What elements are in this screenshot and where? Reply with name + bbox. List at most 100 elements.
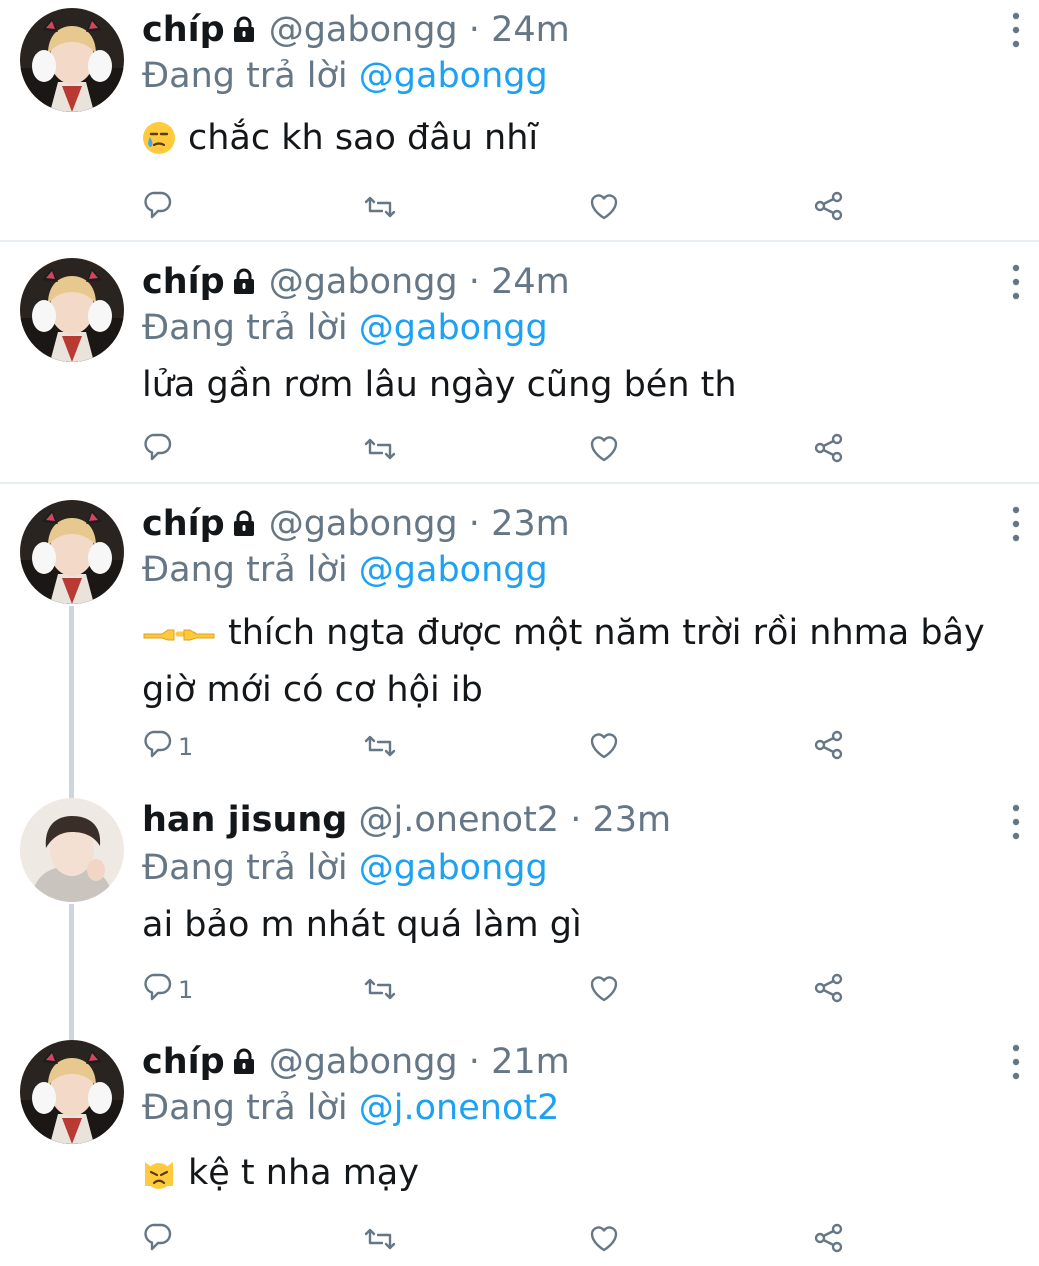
share-icon	[811, 971, 845, 1009]
retweet-icon	[362, 1221, 398, 1259]
tweet-body: kệ t nha mạy	[188, 1153, 419, 1193]
tweet-text: thích ngta được một năm trời rồi nhma bâ…	[142, 608, 1002, 716]
reply-icon	[140, 728, 174, 766]
display-name[interactable]: chíp	[142, 262, 225, 302]
pointing-fingers-emoji	[142, 614, 216, 665]
username[interactable]: @gabongg	[269, 262, 458, 302]
tweet-text: lửa gần rơm lâu ngày cũng bén th	[142, 360, 1002, 411]
display-name[interactable]: chíp	[142, 10, 225, 50]
retweet-icon	[362, 431, 398, 469]
mention-link[interactable]: @gabongg	[359, 308, 548, 348]
tweet[interactable]: han jisung @j.onenot2 · 23m Đang trả lời…	[0, 782, 1039, 1022]
share-icon	[811, 189, 845, 227]
reply-icon	[140, 1221, 174, 1259]
like-button[interactable]	[587, 727, 621, 767]
tweet-header: chíp @gabongg · 24m	[142, 260, 570, 304]
lock-icon	[231, 1043, 257, 1087]
like-button[interactable]	[587, 1220, 621, 1260]
username[interactable]: @gabongg	[269, 10, 458, 50]
tweet-actions	[0, 430, 1039, 470]
reply-button[interactable]: 1	[140, 970, 193, 1010]
avatar[interactable]	[20, 500, 124, 604]
timestamp[interactable]: 23m	[491, 504, 570, 544]
more-icon[interactable]	[1002, 1040, 1030, 1084]
username[interactable]: @gabongg	[269, 504, 458, 544]
share-button[interactable]	[811, 970, 845, 1010]
mention-link[interactable]: @j.onenot2	[359, 1088, 560, 1128]
tweet-text: chắc kh sao đâu nhĩ	[141, 113, 1002, 170]
tweet-header: chíp @gabongg · 24m	[142, 8, 570, 52]
share-button[interactable]	[811, 188, 845, 228]
reply-count: 1	[178, 976, 194, 1004]
share-icon	[811, 1221, 845, 1259]
timestamp[interactable]: 21m	[491, 1042, 570, 1082]
avatar[interactable]	[20, 1040, 124, 1144]
reply-count: 1	[178, 733, 194, 761]
retweet-icon	[362, 728, 398, 766]
lock-icon	[231, 11, 257, 55]
avatar[interactable]	[20, 258, 124, 362]
separator: ·	[468, 10, 480, 50]
replying-to-label: Đang trả lời	[142, 56, 348, 96]
mention-link[interactable]: @gabongg	[359, 848, 548, 888]
tweet[interactable]: chíp @gabongg · 24m Đang trả lời @gabongg…	[0, 0, 1039, 241]
display-name[interactable]: chíp	[142, 1042, 225, 1082]
retweet-button[interactable]	[362, 727, 398, 767]
username[interactable]: @gabongg	[269, 1042, 458, 1082]
tweet-body: lửa gần rơm lâu ngày cũng bén th	[142, 365, 737, 405]
retweet-button[interactable]	[362, 1220, 398, 1260]
tweet-header: han jisung @j.onenot2 · 23m	[142, 798, 671, 842]
avatar[interactable]	[20, 8, 124, 112]
tweet-header: chíp @gabongg · 23m	[142, 502, 570, 546]
replying-to: Đang trả lời @j.onenot2	[142, 1086, 559, 1130]
more-icon[interactable]	[1002, 260, 1030, 304]
replying-to-label: Đang trả lời	[142, 1088, 348, 1128]
reply-button[interactable]	[140, 430, 174, 470]
tweet[interactable]: chíp @gabongg · 21m Đang trả lời @j.oneno…	[0, 1022, 1039, 1266]
avatar[interactable]	[20, 798, 124, 902]
tweet[interactable]: chíp @gabongg · 24m Đang trả lời @gabongg…	[0, 242, 1039, 482]
replying-to-label: Đang trả lời	[142, 848, 348, 888]
reply-button[interactable]	[140, 188, 174, 228]
heart-icon	[587, 1221, 621, 1259]
like-button[interactable]	[587, 188, 621, 228]
more-icon[interactable]	[1002, 800, 1030, 844]
reply-icon	[140, 971, 174, 1009]
retweet-button[interactable]	[362, 430, 398, 470]
mention-link[interactable]: @gabongg	[359, 56, 548, 96]
tweet-text: ai bảo m nhát quá làm gì	[142, 900, 1002, 951]
timestamp[interactable]: 24m	[491, 10, 570, 50]
more-icon[interactable]	[1002, 502, 1030, 546]
share-button[interactable]	[811, 1220, 845, 1260]
retweet-icon	[362, 971, 398, 1009]
mention-link[interactable]: @gabongg	[359, 550, 548, 590]
tweet-body: ai bảo m nhát quá làm gì	[142, 905, 582, 945]
display-name[interactable]: han jisung	[142, 800, 347, 840]
separator: ·	[570, 800, 582, 840]
reply-button[interactable]	[140, 1220, 174, 1260]
timestamp[interactable]: 24m	[491, 262, 570, 302]
reply-icon	[140, 431, 174, 469]
username[interactable]: @j.onenot2	[359, 800, 560, 840]
timestamp[interactable]: 23m	[593, 800, 672, 840]
like-button[interactable]	[587, 430, 621, 470]
separator: ·	[468, 1042, 480, 1082]
like-button[interactable]	[587, 970, 621, 1010]
replying-to: Đang trả lời @gabongg	[142, 306, 548, 350]
more-icon[interactable]	[1002, 8, 1030, 52]
share-button[interactable]	[811, 727, 845, 767]
retweet-button[interactable]	[362, 970, 398, 1010]
replying-to: Đang trả lời @gabongg	[142, 548, 548, 592]
tweet[interactable]: chíp @gabongg · 23m Đang trả lời @gabongg…	[0, 484, 1039, 780]
tweet-body: chắc kh sao đâu nhĩ	[188, 118, 539, 158]
display-name[interactable]: chíp	[142, 504, 225, 544]
separator: ·	[468, 262, 480, 302]
retweet-button[interactable]	[362, 188, 398, 228]
replying-to-label: Đang trả lời	[142, 308, 348, 348]
share-button[interactable]	[811, 430, 845, 470]
lock-icon	[231, 263, 257, 307]
share-icon	[811, 728, 845, 766]
reply-button[interactable]: 1	[140, 727, 193, 767]
crying-face-emoji	[141, 119, 177, 170]
tweet-text: kệ t nha mạy	[142, 1148, 1002, 1205]
